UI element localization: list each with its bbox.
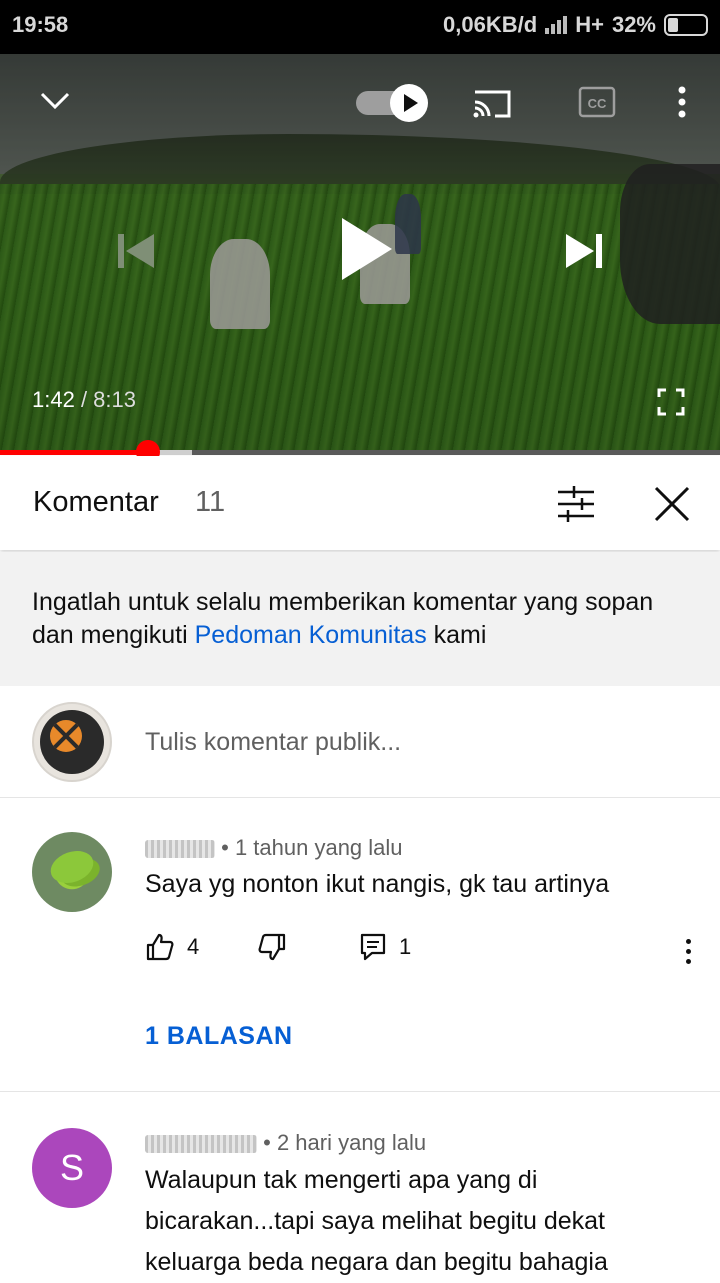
network-type: H+ bbox=[575, 12, 604, 37]
comment-item: • 1 tahun yang lalu Saya yg nonton ikut … bbox=[0, 800, 720, 1092]
comment-compose[interactable]: Tulis komentar publik... bbox=[0, 686, 720, 798]
like-button[interactable]: 4 bbox=[145, 932, 199, 962]
autoplay-toggle[interactable] bbox=[356, 84, 428, 122]
close-icon[interactable] bbox=[646, 478, 698, 530]
community-guidelines-link[interactable]: Pedoman Komunitas bbox=[195, 621, 427, 649]
status-time: 19:58 bbox=[12, 12, 69, 37]
avatar[interactable]: S bbox=[32, 1128, 112, 1208]
previous-icon[interactable] bbox=[114, 230, 158, 272]
blurred-author-name[interactable] bbox=[145, 840, 215, 859]
captions-icon[interactable]: CC bbox=[578, 86, 616, 118]
network-speed: 0,06KB/d bbox=[443, 12, 538, 37]
status-indicators: 0,06KB/d H+ 32% bbox=[443, 12, 708, 38]
duration: 8:13 bbox=[93, 387, 136, 412]
like-count: 4 bbox=[187, 934, 200, 959]
notice-text-end: kami bbox=[426, 621, 487, 649]
signal-icon bbox=[545, 16, 568, 34]
dislike-button[interactable] bbox=[257, 932, 287, 962]
comment-meta: • 2 hari yang lalu bbox=[145, 1130, 426, 1156]
play-icon[interactable] bbox=[336, 214, 396, 284]
comments-title: Komentar bbox=[33, 486, 159, 518]
video-time: 1:42 / 8:13 bbox=[32, 387, 136, 413]
cast-icon[interactable] bbox=[471, 86, 513, 120]
reply-count: 1 bbox=[399, 934, 412, 959]
comment-text: Walaupun tak mengerti apa yang di bicara… bbox=[145, 1166, 608, 1276]
battery-icon bbox=[664, 14, 708, 36]
minimize-chevron-icon[interactable] bbox=[36, 86, 74, 116]
play-icon bbox=[404, 94, 418, 112]
view-replies-button[interactable]: 1 BALASAN bbox=[145, 1022, 293, 1051]
reply-icon bbox=[360, 933, 386, 961]
comment-input[interactable]: Tulis komentar publik... bbox=[145, 728, 401, 757]
avatar[interactable] bbox=[32, 832, 112, 912]
current-time: 1:42 bbox=[32, 387, 75, 412]
video-player[interactable]: CC 1:42 / 8:13 bbox=[0, 54, 720, 452]
comment-time: • 1 tahun yang lalu bbox=[221, 835, 403, 860]
comment-time: • 2 hari yang lalu bbox=[263, 1130, 427, 1155]
next-icon[interactable] bbox=[562, 230, 606, 272]
comment-more-icon[interactable] bbox=[678, 936, 698, 966]
video-progress-bar[interactable] bbox=[0, 440, 720, 464]
time-separator: / bbox=[74, 387, 94, 412]
comment-item: S • 2 hari yang lalu Walaupun tak menger… bbox=[0, 1094, 720, 1280]
sort-filter-icon[interactable] bbox=[550, 478, 602, 530]
thumbs-down-icon bbox=[258, 933, 286, 961]
more-options-icon[interactable] bbox=[668, 84, 696, 120]
blurred-author-name[interactable] bbox=[145, 1135, 257, 1154]
comments-count: 11 bbox=[195, 486, 226, 518]
community-guidelines-notice: Ingatlah untuk selalu memberikan komenta… bbox=[0, 552, 720, 686]
reply-button[interactable]: 1 bbox=[359, 932, 411, 962]
status-bar: 19:58 0,06KB/d H+ 32% bbox=[0, 0, 720, 54]
svg-text:CC: CC bbox=[588, 96, 607, 111]
thumbs-up-icon bbox=[146, 933, 174, 961]
comment-actions: 4 1 bbox=[145, 932, 705, 968]
comment-meta: • 1 tahun yang lalu bbox=[145, 835, 403, 861]
battery-percent: 32% bbox=[611, 12, 656, 37]
avatar bbox=[32, 702, 112, 782]
fullscreen-icon[interactable] bbox=[656, 387, 686, 417]
played-bar bbox=[0, 450, 148, 455]
comments-header: Komentar 11 bbox=[0, 456, 720, 550]
comment-text: Saya yg nonton ikut nangis, gk tau artin… bbox=[145, 870, 610, 898]
